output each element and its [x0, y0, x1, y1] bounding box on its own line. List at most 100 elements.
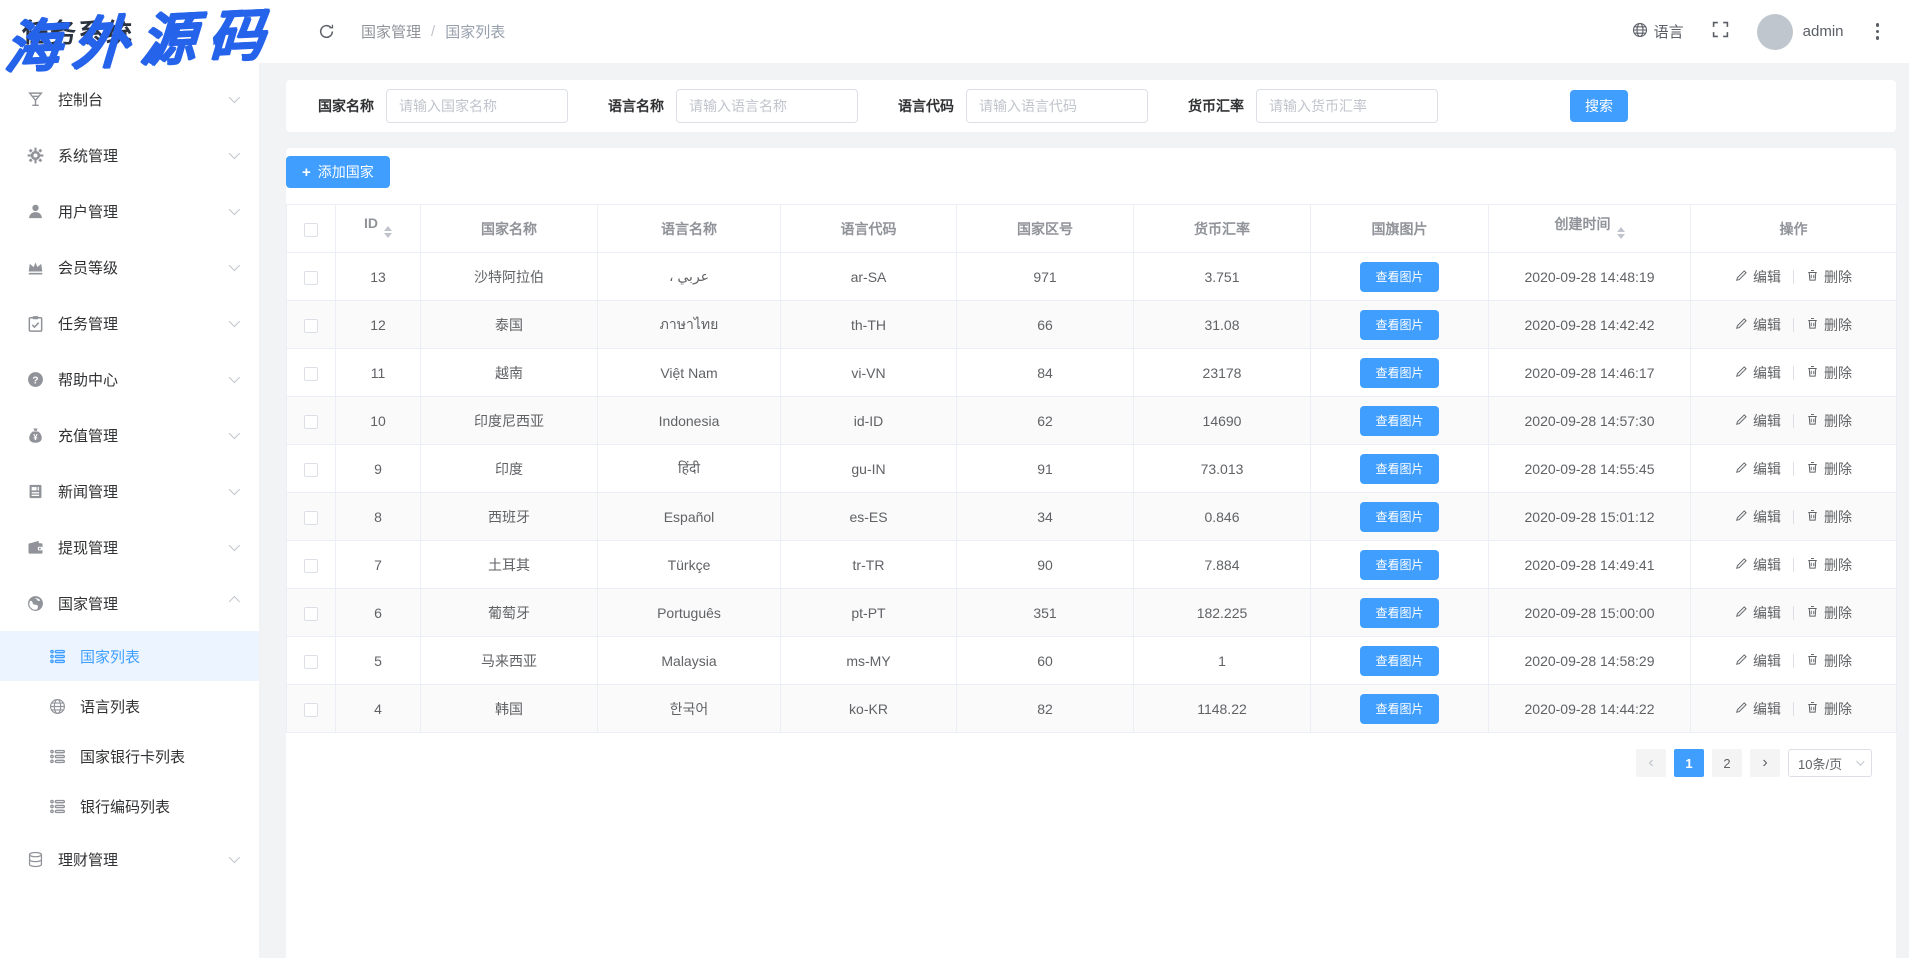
cell-code: ko-KR [781, 685, 957, 733]
breadcrumb-item-country-management[interactable]: 国家管理 [361, 21, 421, 42]
sidebar-item-help[interactable]: ? 帮助中心 [0, 351, 259, 407]
sidebar-item-console[interactable]: 控制台 [0, 71, 259, 127]
filter-label: 货币汇率 [1188, 96, 1244, 116]
pencil-icon [1735, 269, 1748, 285]
add-country-button[interactable]: + 添加国家 [286, 156, 390, 188]
edit-link[interactable]: 编辑 [1735, 459, 1781, 479]
language-label: 语言 [1654, 21, 1684, 42]
language-name-input[interactable] [676, 89, 858, 123]
next-page-button[interactable]: › [1750, 749, 1780, 777]
sidebar-item-country[interactable]: 国家管理 [0, 575, 259, 631]
trash-icon [1806, 557, 1819, 573]
sidebar-item-recharge[interactable]: ¥ 充值管理 [0, 407, 259, 463]
edit-link[interactable]: 编辑 [1735, 555, 1781, 575]
view-image-button[interactable]: 查看图片 [1360, 310, 1438, 340]
sort-icon[interactable] [384, 222, 392, 242]
cell-code: es-ES [781, 493, 957, 541]
edit-link[interactable]: 编辑 [1735, 363, 1781, 383]
edit-link[interactable]: 编辑 [1735, 699, 1781, 719]
row-checkbox[interactable] [304, 319, 318, 333]
sidebar-item-member-level[interactable]: 会员等级 [0, 239, 259, 295]
sidebar-item-tasks[interactable]: 任务管理 [0, 295, 259, 351]
delete-link[interactable]: 删除 [1806, 651, 1852, 671]
delete-link[interactable]: 删除 [1806, 363, 1852, 383]
country-table: ID国家名称语言名称语言代码国家区号货币汇率国旗图片创建时间操作 13 沙特阿拉… [286, 204, 1897, 733]
sort-icon[interactable] [1617, 223, 1625, 243]
page-number-button[interactable]: 1 [1674, 749, 1704, 777]
view-image-button[interactable]: 查看图片 [1360, 406, 1438, 436]
row-checkbox[interactable] [304, 511, 318, 525]
view-image-button[interactable]: 查看图片 [1360, 646, 1438, 676]
sidebar-subitem-country-list[interactable]: 国家列表 [0, 631, 259, 681]
edit-link[interactable]: 编辑 [1735, 267, 1781, 287]
search-button[interactable]: 搜索 [1570, 90, 1628, 122]
moneybag-icon: ¥ [26, 426, 44, 444]
col-id[interactable]: ID [336, 205, 421, 253]
view-image-button[interactable]: 查看图片 [1360, 598, 1438, 628]
select-all-checkbox[interactable] [304, 223, 318, 237]
cell-created: 2020-09-28 14:46:17 [1489, 349, 1691, 397]
prev-page-button[interactable]: ‹ [1636, 749, 1666, 777]
chevron-down-icon [229, 484, 240, 495]
page-size-select[interactable]: 10条/页 [1788, 749, 1872, 777]
delete-link[interactable]: 删除 [1806, 411, 1852, 431]
view-image-button[interactable]: 查看图片 [1360, 550, 1438, 580]
sidebar-item-users[interactable]: 用户管理 [0, 183, 259, 239]
delete-link[interactable]: 删除 [1806, 267, 1852, 287]
view-image-button[interactable]: 查看图片 [1360, 358, 1438, 388]
more-menu-icon[interactable] [1872, 19, 1884, 44]
row-checkbox[interactable] [304, 559, 318, 573]
cell-area-code: 60 [957, 637, 1134, 685]
language-code-input[interactable] [966, 89, 1148, 123]
row-checkbox[interactable] [304, 655, 318, 669]
row-checkbox[interactable] [304, 271, 318, 285]
edit-link[interactable]: 编辑 [1735, 315, 1781, 335]
edit-link[interactable]: 编辑 [1735, 603, 1781, 623]
sidebar-subitem-language-list[interactable]: 语言列表 [0, 681, 259, 731]
delete-link[interactable]: 删除 [1806, 603, 1852, 623]
view-image-button[interactable]: 查看图片 [1360, 694, 1438, 724]
sidebar-subitem-bank-code-list[interactable]: 银行编码列表 [0, 781, 259, 831]
delete-link[interactable]: 删除 [1806, 699, 1852, 719]
cell-country: 印度尼西亚 [421, 397, 598, 445]
cell-rate: 0.846 [1134, 493, 1311, 541]
row-checkbox[interactable] [304, 415, 318, 429]
cell-created: 2020-09-28 14:48:19 [1489, 253, 1691, 301]
sidebar-item-news[interactable]: 新闻管理 [0, 463, 259, 519]
svg-text:?: ? [32, 375, 38, 386]
refresh-icon[interactable] [318, 23, 335, 40]
language-switcher[interactable]: 语言 [1632, 21, 1684, 42]
sidebar-item-withdraw[interactable]: 提现管理 [0, 519, 259, 575]
edit-link[interactable]: 编辑 [1735, 411, 1781, 431]
edit-link[interactable]: 编辑 [1735, 651, 1781, 671]
delete-link[interactable]: 删除 [1806, 459, 1852, 479]
sidebar-item-finance[interactable]: 理财管理 [0, 831, 259, 887]
edit-link[interactable]: 编辑 [1735, 507, 1781, 527]
country-name-input[interactable] [386, 89, 568, 123]
cell-country: 西班牙 [421, 493, 598, 541]
cell-area-code: 971 [957, 253, 1134, 301]
row-checkbox[interactable] [304, 463, 318, 477]
view-image-button[interactable]: 查看图片 [1360, 454, 1438, 484]
filter-groups: 国家名称 语言名称 语言代码 货币汇率 [318, 89, 1478, 123]
user-menu[interactable]: admin [1757, 14, 1844, 50]
view-image-button[interactable]: 查看图片 [1360, 502, 1438, 532]
delete-link[interactable]: 删除 [1806, 315, 1852, 335]
view-image-button[interactable]: 查看图片 [1360, 262, 1438, 292]
delete-link[interactable]: 删除 [1806, 507, 1852, 527]
sidebar-item-system[interactable]: 系统管理 [0, 127, 259, 183]
currency-rate-input[interactable] [1256, 89, 1438, 123]
page-number-button[interactable]: 2 [1712, 749, 1742, 777]
cell-code: ms-MY [781, 637, 957, 685]
delete-link[interactable]: 删除 [1806, 555, 1852, 575]
trash-icon [1806, 653, 1819, 669]
sidebar-subitem-country-bankcard-list[interactable]: 国家银行卡列表 [0, 731, 259, 781]
col-created[interactable]: 创建时间 [1489, 205, 1691, 253]
row-checkbox[interactable] [304, 607, 318, 621]
cell-country: 越南 [421, 349, 598, 397]
row-checkbox[interactable] [304, 703, 318, 717]
row-checkbox[interactable] [304, 367, 318, 381]
cell-area-code: 82 [957, 685, 1134, 733]
cell-code: tr-TR [781, 541, 957, 589]
fullscreen-icon[interactable] [1712, 21, 1729, 43]
